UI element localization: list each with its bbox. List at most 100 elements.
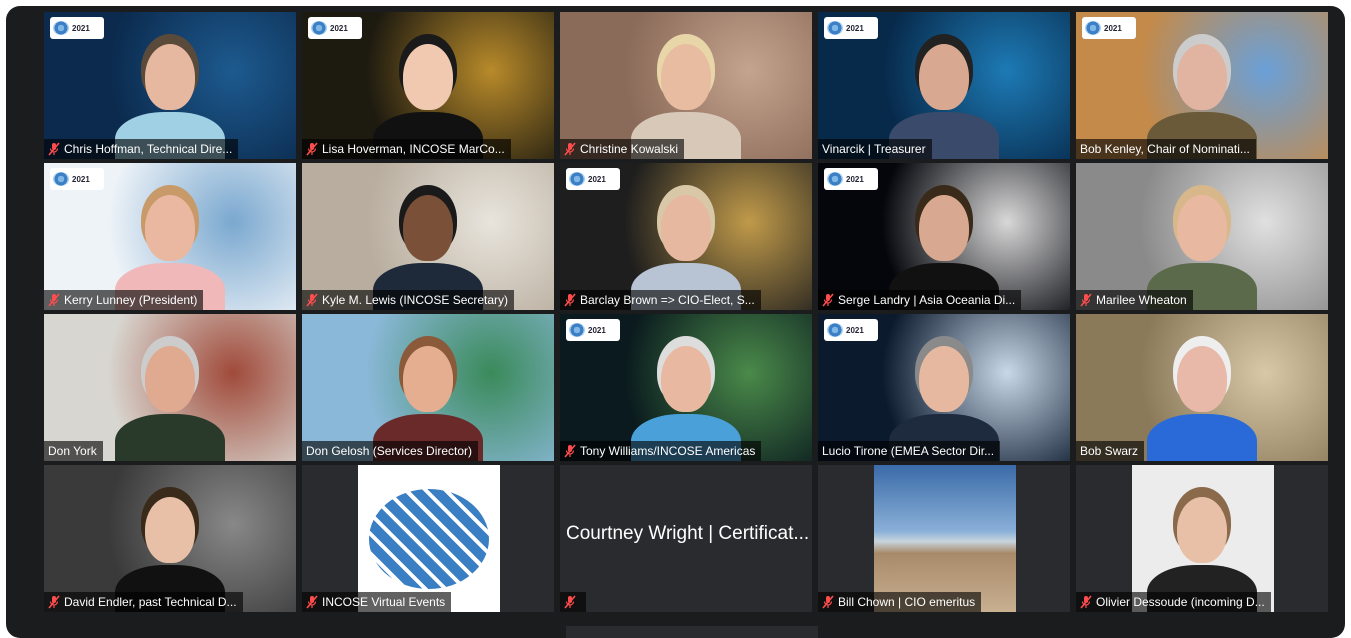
participant-tile[interactable]: 2021 Bob Kenley, Chair of Nominati... <box>1076 12 1328 159</box>
participant-video <box>100 12 240 159</box>
participant-face <box>661 346 711 412</box>
globe-icon <box>827 172 843 186</box>
participant-name-label: Chris Hoffman, Technical Dire... <box>44 139 239 159</box>
muted-mic-icon <box>564 444 576 458</box>
participant-name-label: Don Gelosh (Services Director) <box>302 441 479 461</box>
participant-name: Lucio Tirone (EMEA Sector Dir... <box>822 444 995 458</box>
participant-tile[interactable]: 2021 Lucio Tirone (EMEA Sector Dir... <box>818 314 1070 461</box>
muted-mic-icon <box>564 595 576 609</box>
participant-video <box>1132 163 1272 310</box>
participant-tile[interactable]: David Endler, past Technical D... <box>44 465 296 612</box>
participant-tile[interactable]: 2021 Chris Hoffman, Technical Dire... <box>44 12 296 159</box>
participant-tile[interactable]: 2021 Vinarcik | Treasurer <box>818 12 1070 159</box>
participant-tile[interactable]: 2021 Lisa Hoverman, INCOSE MarCo... <box>302 12 554 159</box>
participant-name-label <box>560 592 586 612</box>
participant-tile[interactable]: 2021 Tony Williams/INCOSE Americas <box>560 314 812 461</box>
participant-tile[interactable]: INCOSE Virtual Events <box>302 465 554 612</box>
participant-video <box>874 163 1014 310</box>
incose-2021-logo: 2021 <box>566 168 620 190</box>
participant-tile[interactable]: Don York <box>44 314 296 461</box>
participant-name-label: Lucio Tirone (EMEA Sector Dir... <box>818 441 1001 461</box>
participant-tile[interactable]: Marilee Wheaton <box>1076 163 1328 310</box>
logo-year: 2021 <box>846 23 864 33</box>
globe-icon <box>311 21 327 35</box>
participant-name: Christine Kowalski <box>580 142 679 156</box>
participant-face <box>403 44 453 110</box>
participant-face <box>145 44 195 110</box>
logo-year: 2021 <box>846 325 864 335</box>
globe-icon <box>827 323 843 337</box>
participant-video <box>616 163 756 310</box>
participant-name-label: Don York <box>44 441 103 461</box>
muted-mic-icon <box>564 142 576 156</box>
participant-shoulders <box>115 414 225 461</box>
participant-video <box>358 163 498 310</box>
participant-tile[interactable]: Olivier Dessoude (incoming D... <box>1076 465 1328 612</box>
beach-image <box>874 465 1016 612</box>
participant-name-label: Bob Kenley, Chair of Nominati... <box>1076 139 1256 159</box>
incose-2021-logo: 2021 <box>824 17 878 39</box>
globe-icon <box>53 21 69 35</box>
participant-tile[interactable]: Bill Chown | CIO emeritus <box>818 465 1070 612</box>
participant-name: INCOSE Virtual Events <box>322 595 446 609</box>
participant-video <box>616 314 756 461</box>
muted-mic-icon <box>822 293 834 307</box>
participant-face <box>661 44 711 110</box>
participant-name-label: Christine Kowalski <box>560 139 685 159</box>
participant-name: Bob Swarz <box>1080 444 1139 458</box>
participant-tile[interactable]: Bob Swarz <box>1076 314 1328 461</box>
muted-mic-icon <box>1080 293 1092 307</box>
participant-name: Bill Chown | CIO emeritus <box>838 595 976 609</box>
participant-video <box>100 465 240 612</box>
participant-name: Lisa Hoverman, INCOSE MarCo... <box>322 142 505 156</box>
participant-video <box>874 12 1014 159</box>
participant-face <box>403 346 453 412</box>
incose-2021-logo: 2021 <box>50 168 104 190</box>
next-row-tile <box>566 626 818 638</box>
participant-video <box>358 12 498 159</box>
muted-mic-icon <box>306 293 318 307</box>
participant-name-label: Lisa Hoverman, INCOSE MarCo... <box>302 139 511 159</box>
participant-name: Kyle M. Lewis (INCOSE Secretary) <box>322 293 509 307</box>
participant-name-label: Tony Williams/INCOSE Americas <box>560 441 762 461</box>
globe-icon <box>569 172 585 186</box>
video-background <box>818 465 1070 612</box>
globe-icon <box>827 21 843 35</box>
muted-mic-icon <box>564 293 576 307</box>
participant-name-label: Serge Landry | Asia Oceania Di... <box>818 290 1022 310</box>
muted-mic-icon <box>822 595 834 609</box>
globe-icon <box>1085 21 1101 35</box>
participant-name: Tony Williams/INCOSE Americas <box>580 444 756 458</box>
participant-tile[interactable]: Don Gelosh (Services Director) <box>302 314 554 461</box>
participant-tile[interactable]: 2021 Serge Landry | Asia Oceania Di... <box>818 163 1070 310</box>
participant-video <box>616 12 756 159</box>
muted-mic-icon <box>306 142 318 156</box>
participant-name: Don York <box>48 444 97 458</box>
participant-video <box>1132 314 1272 461</box>
participant-name-label: INCOSE Virtual Events <box>302 592 452 612</box>
participant-face <box>1177 497 1227 563</box>
participant-name: Serge Landry | Asia Oceania Di... <box>838 293 1016 307</box>
participant-name-label: Vinarcik | Treasurer <box>818 139 932 159</box>
participant-name: Olivier Dessoude (incoming D... <box>1096 595 1265 609</box>
logo-year: 2021 <box>846 174 864 184</box>
participant-face <box>919 195 969 261</box>
participant-name: Marilee Wheaton <box>1096 293 1187 307</box>
participant-tile[interactable]: Kyle M. Lewis (INCOSE Secretary) <box>302 163 554 310</box>
incose-2021-logo: 2021 <box>1082 17 1136 39</box>
participant-face <box>145 195 195 261</box>
participant-video <box>100 314 240 461</box>
globe-icon <box>53 172 69 186</box>
participant-tile[interactable]: Christine Kowalski <box>560 12 812 159</box>
participant-face <box>1177 195 1227 261</box>
participant-face <box>1177 44 1227 110</box>
participant-tile[interactable]: Courtney Wright | Certificat... <box>560 465 812 612</box>
participant-name-label: Kyle M. Lewis (INCOSE Secretary) <box>302 290 515 310</box>
logo-year: 2021 <box>72 174 90 184</box>
participant-video <box>358 314 498 461</box>
participant-tile[interactable]: 2021 Kerry Lunney (President) <box>44 163 296 310</box>
logo-year: 2021 <box>1104 23 1122 33</box>
video-background <box>302 465 554 612</box>
incose-2021-logo: 2021 <box>50 17 104 39</box>
participant-tile[interactable]: 2021 Barclay Brown => CIO-Elect, S... <box>560 163 812 310</box>
